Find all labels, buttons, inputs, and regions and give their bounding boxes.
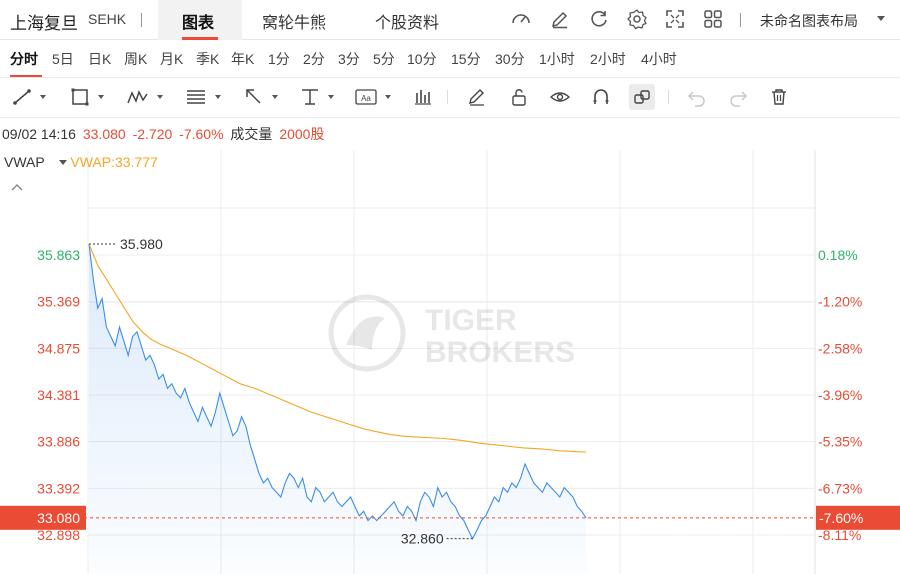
indicator-value: VWAP:33.777 — [70, 154, 158, 170]
chevron-down-icon[interactable] — [59, 160, 67, 165]
y-tick-left: 33.392 — [37, 480, 80, 496]
y-axis-left: 35.86335.36934.87534.38133.88633.39232.8… — [0, 247, 86, 543]
volume-value: 2000股 — [279, 126, 325, 142]
y-tick-right: -6.73% — [818, 480, 862, 496]
quote-time: 09/02 14:16 — [2, 126, 76, 142]
y-tick-right: -2.58% — [818, 340, 862, 356]
watermark-line1: TIGER — [425, 304, 517, 337]
quote-change: -2.720 — [132, 126, 173, 142]
y-tick-left: 35.369 — [37, 294, 80, 310]
min-label: 32.860 — [401, 531, 444, 547]
y-tick-right: 0.18% — [818, 247, 858, 263]
y-tick-right: -1.20% — [818, 294, 862, 310]
watermark-line2: BROKERS — [425, 336, 575, 369]
y-tick-right: -5.35% — [818, 434, 862, 450]
indicator-legend: VWAP VWAP:33.777 — [4, 154, 158, 170]
volume-label: 成交量 — [230, 126, 273, 142]
quote-change-pct: -7.60% — [179, 126, 224, 142]
watermark: TIGER BROKERS — [328, 294, 575, 372]
current-price-label-right: -7.60% — [819, 510, 863, 526]
y-tick-left: 33.886 — [37, 434, 80, 450]
indicator-name[interactable]: VWAP — [4, 154, 44, 170]
price-chart[interactable]: TIGER BROKERS 35.863 35.369 34.875 34.381 33… — [0, 0, 900, 574]
y-tick-left: 34.875 — [37, 340, 80, 356]
price-area — [89, 244, 586, 574]
y-tick-left: 35.863 — [37, 247, 80, 263]
y-tick-right: -3.96% — [818, 387, 862, 403]
y-axis-right: 0.18%-1.20%-2.58%-3.96%-5.35%-6.73%-8.11… — [816, 247, 900, 543]
quote-price: 33.080 — [82, 126, 126, 142]
current-price-label-left: 33.080 — [37, 510, 80, 526]
quote-info: 09/02 14:16 33.080 -2.720 -7.60% 成交量 200… — [2, 124, 327, 144]
max-label: 35.980 — [120, 236, 163, 252]
chevron-up-icon[interactable] — [10, 182, 24, 192]
y-tick-left: 34.381 — [37, 387, 80, 403]
